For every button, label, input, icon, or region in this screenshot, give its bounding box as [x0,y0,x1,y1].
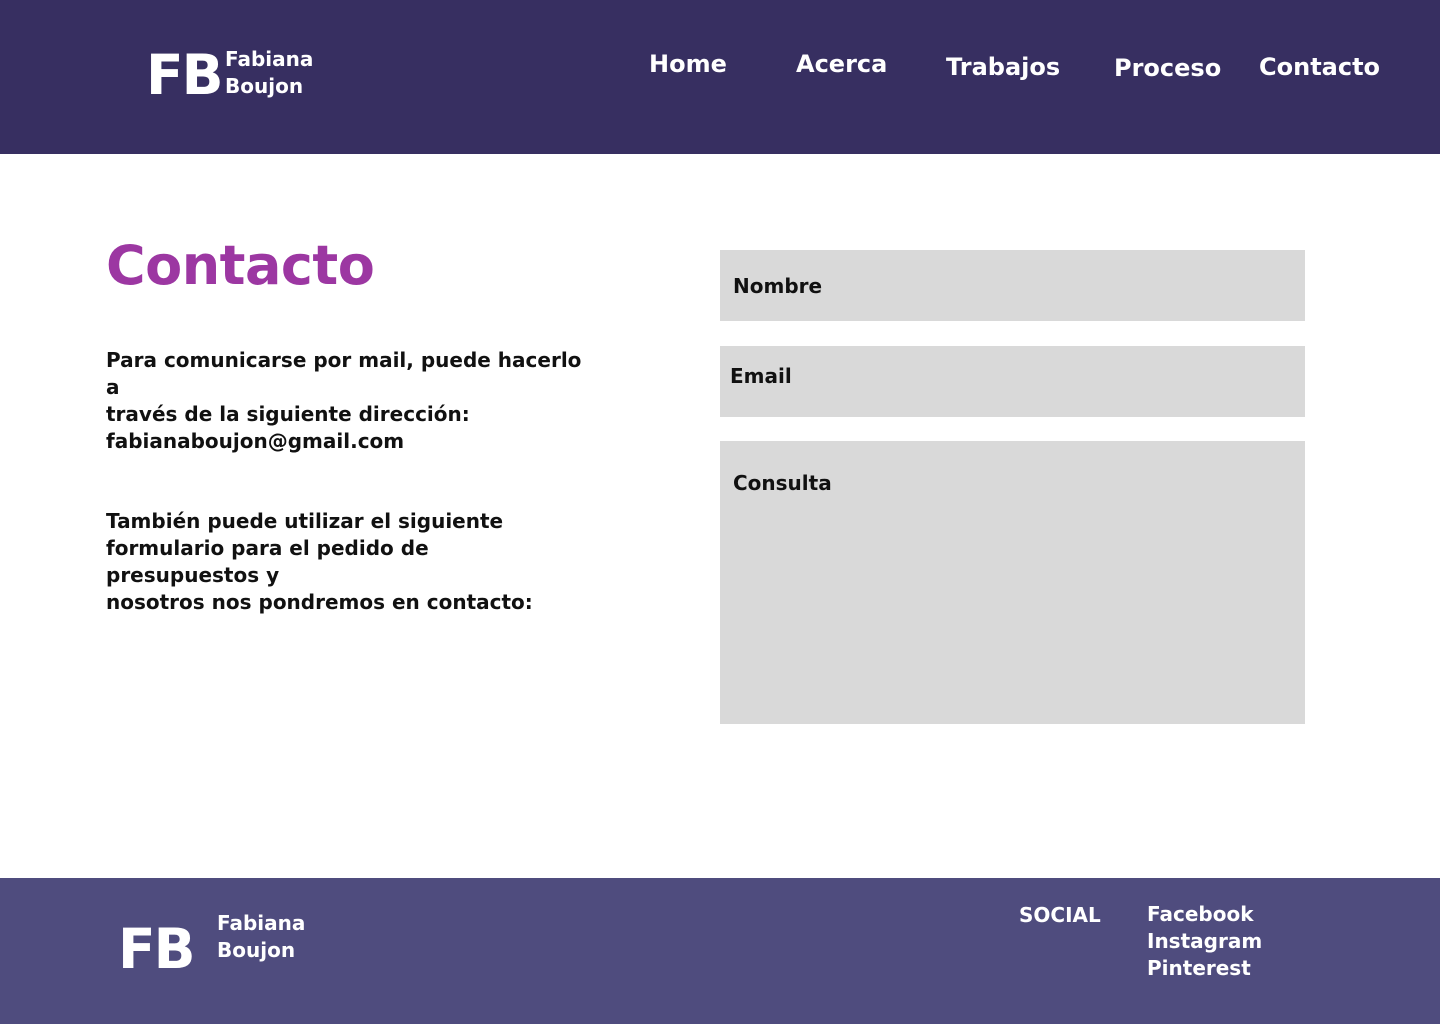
email-intro-line-1: Para comunicarse por mail, puede hacerlo… [106,348,582,399]
logo-name[interactable]: Fabiana Boujon [225,46,313,100]
nav-contacto[interactable]: Contacto [1259,52,1380,82]
logo-first-name: Fabiana [225,47,314,71]
footer-logo-last-name: Boujon [217,938,296,962]
logo-last-name: Boujon [225,74,304,98]
email-intro-text: Para comunicarse por mail, puede hacerlo… [106,347,586,428]
footer-logo-name[interactable]: Fabiana Boujon [217,910,305,964]
consulta-field[interactable] [720,441,1305,724]
social-link-facebook[interactable]: Facebook [1147,901,1262,928]
email-field[interactable] [720,346,1305,417]
social-link-instagram[interactable]: Instagram [1147,928,1262,955]
email-intro-line-2: través de la siguiente dirección: [106,402,470,426]
logo-monogram[interactable]: FB [146,48,223,103]
social-links: Facebook Instagram Pinterest [1147,901,1262,982]
nav-home[interactable]: Home [649,49,727,79]
nombre-field[interactable] [720,250,1305,321]
footer-logo-monogram[interactable]: FB [118,922,195,977]
nav-proceso[interactable]: Proceso [1114,53,1221,83]
page-title: Contacto [106,234,375,297]
form-intro-line-3: nosotros nos pondremos en contacto: [106,590,533,614]
social-link-pinterest[interactable]: Pinterest [1147,955,1262,982]
form-intro-text: También puede utilizar el siguiente form… [106,508,586,616]
form-intro-line-2: formulario para el pedido de presupuesto… [106,536,429,587]
site-header: FB Fabiana Boujon Home Acerca Trabajos P… [0,0,1440,154]
social-heading: SOCIAL [1019,903,1101,927]
contact-email[interactable]: fabianaboujon@gmail.com [106,428,586,455]
nav-acerca[interactable]: Acerca [796,49,887,79]
footer-logo-first-name: Fabiana [217,911,306,935]
form-intro-line-1: También puede utilizar el siguiente [106,509,504,533]
nav-trabajos[interactable]: Trabajos [946,52,1060,82]
site-footer: FB Fabiana Boujon SOCIAL Facebook Instag… [0,878,1440,1024]
